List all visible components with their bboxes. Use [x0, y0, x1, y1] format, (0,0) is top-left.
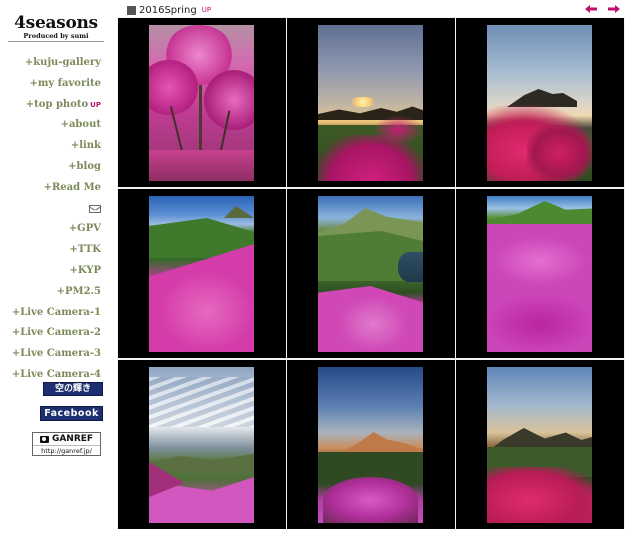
photo-thumbnail — [487, 367, 592, 523]
photo-gallery — [117, 17, 625, 529]
nav-live-camera-1[interactable]: +Live Camera-1 — [0, 303, 101, 324]
nav-label: +blog — [68, 160, 101, 172]
nav-my-favorite[interactable]: +my favorite — [0, 74, 101, 95]
nav-label: +Live Camera-2 — [11, 327, 101, 339]
nav-label: +kuju-gallery — [24, 57, 101, 68]
nav-kyp[interactable]: +KYP — [0, 261, 101, 282]
photo-cell-azalea-field-dawn[interactable] — [456, 18, 624, 187]
nav-label: +Live Camera-4 — [11, 368, 101, 380]
photo-cell-green-summit-meadow[interactable] — [456, 189, 624, 358]
nav-top-photo[interactable]: +top photo UP — [0, 95, 101, 116]
brand-title: 4seasons — [14, 13, 98, 33]
photo-thumbnail — [149, 367, 254, 523]
ganref-title: GANREF — [51, 434, 94, 444]
nav-label: +Read Me — [43, 181, 101, 193]
photo-thumbnail — [149, 196, 254, 352]
nav-label: +GPV — [68, 223, 101, 235]
mail-link[interactable] — [0, 199, 101, 220]
prev-page-button[interactable] — [585, 5, 597, 13]
photo-cell-blue-sky-slope[interactable] — [118, 189, 286, 358]
photo-thumbnail — [149, 25, 254, 181]
nav-live-camera-2[interactable]: +Live Camera-2 — [0, 323, 101, 344]
nav-label: +KYP — [69, 264, 101, 276]
brand-logo[interactable]: 4seasons Produced by sumi — [8, 14, 104, 42]
photo-cell-glowing-peak[interactable] — [287, 360, 455, 529]
next-page-button[interactable] — [608, 5, 620, 13]
facebook-banner[interactable]: Facebook — [40, 406, 103, 421]
nav-live-camera-3[interactable]: +Live Camera-3 — [0, 344, 101, 365]
photo-cell-azalea-tree[interactable] — [118, 18, 286, 187]
up-badge: UP — [90, 100, 101, 109]
season-label: 2016Spring UP — [127, 4, 211, 16]
photo-thumbnail — [318, 367, 423, 523]
photo-thumbnail — [487, 196, 592, 352]
up-badge: UP — [201, 6, 212, 14]
photo-thumbnail — [487, 25, 592, 181]
photo-cell-mountain-and-lake[interactable] — [287, 189, 455, 358]
photo-cell-cloudy-sky-field[interactable] — [118, 360, 286, 529]
ganref-banner[interactable]: GANREF http://ganref.jp/ — [32, 432, 101, 456]
ganref-url: http://ganref.jp/ — [33, 445, 100, 456]
sidebar-nav: +kuju-gallery +my favorite +top photo UP … — [0, 53, 101, 386]
camera-icon — [39, 435, 49, 443]
nav-gpv[interactable]: +GPV — [0, 219, 101, 240]
photo-thumbnail — [318, 196, 423, 352]
nav-read-me[interactable]: +Read Me — [0, 178, 101, 199]
nav-kuju-gallery[interactable]: +kuju-gallery — [0, 53, 101, 74]
photo-thumbnail — [318, 25, 423, 181]
brand-subtitle: Produced by sumi — [8, 32, 104, 42]
nav-pm25[interactable]: +PM2.5 — [0, 282, 101, 303]
nav-label: +TTK — [69, 244, 101, 256]
nav-label: +Live Camera-1 — [11, 306, 101, 318]
nav-label: +my favorite — [29, 77, 101, 89]
nav-label: +Live Camera-3 — [11, 348, 101, 360]
nav-label: +link — [70, 140, 101, 152]
nav-label: +PM2.5 — [56, 285, 101, 297]
ganref-title-row: GANREF — [33, 433, 100, 445]
nav-link[interactable]: +link — [0, 136, 101, 157]
arrow-left-icon — [585, 5, 597, 13]
nav-label: +about — [60, 119, 101, 131]
nav-blog[interactable]: +blog — [0, 157, 101, 178]
season-title: 2016Spring — [139, 4, 197, 16]
photo-cell-sunrise-over-ridge[interactable] — [287, 18, 455, 187]
nav-ttk[interactable]: +TTK — [0, 240, 101, 261]
arrow-right-icon — [608, 5, 620, 13]
square-icon — [127, 5, 136, 15]
mail-icon — [89, 204, 101, 213]
sora-no-kagayaki-banner[interactable]: 空の輝き — [43, 382, 103, 396]
nav-about[interactable]: +about — [0, 115, 101, 136]
photo-cell-hills-at-dusk[interactable] — [456, 360, 624, 529]
nav-label: +top photo — [25, 98, 89, 110]
